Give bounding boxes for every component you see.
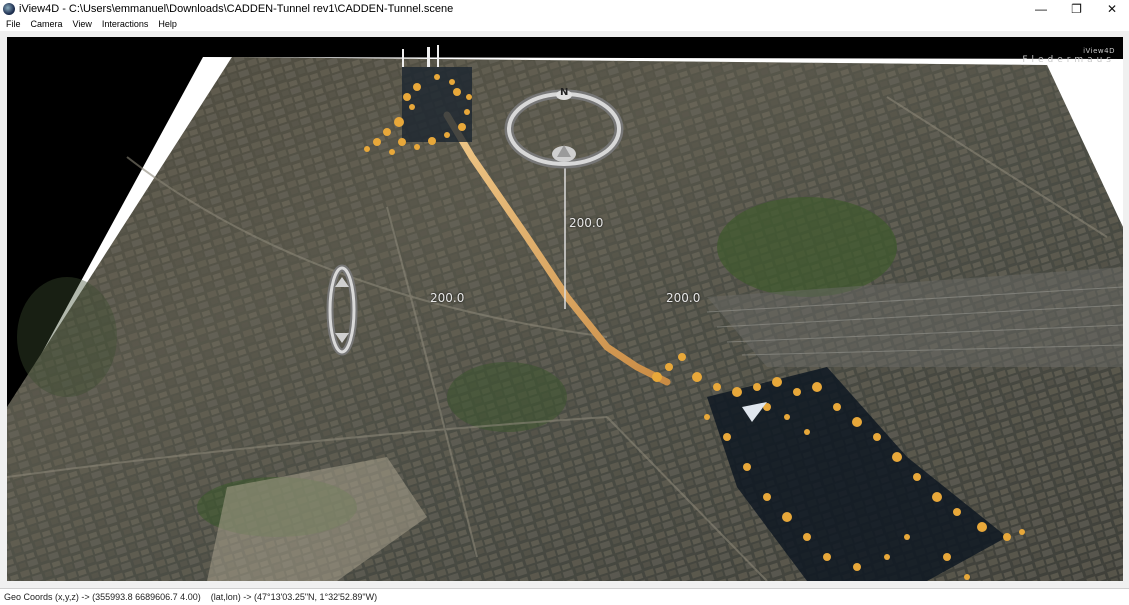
brand-iview4d: iView4D	[1083, 47, 1115, 55]
window-title: iView4D - C:\Users\emmanuel\Downloads\CA…	[19, 2, 454, 15]
menu-camera[interactable]: Camera	[27, 19, 67, 29]
menu-view[interactable]: View	[69, 19, 96, 29]
scale-label-left: 200.0	[430, 291, 465, 305]
compass-north-label: N	[560, 87, 569, 98]
close-button[interactable]: ✕	[1095, 0, 1129, 17]
geo-coords-readout: Geo Coords (x,y,z) -> (355993.8 6689606.…	[4, 592, 201, 602]
menu-interactions[interactable]: Interactions	[98, 19, 153, 29]
fledermaus-logo: iView4D Fledermaus	[1022, 47, 1115, 65]
scene-render	[7, 45, 1123, 581]
window-controls: — ❐ ✕	[1024, 0, 1129, 17]
menu-help[interactable]: Help	[154, 19, 181, 29]
app-icon	[3, 2, 15, 15]
3d-viewport[interactable]: N 200.0 200.0 200.0 iView4D Fledermaus	[7, 37, 1123, 581]
title-bar: iView4D - C:\Users\emmanuel\Downloads\CA…	[0, 0, 1129, 17]
menu-file[interactable]: File	[0, 19, 25, 29]
scale-label-right: 200.0	[666, 291, 701, 305]
minimize-button[interactable]: —	[1024, 0, 1058, 17]
maximize-button[interactable]: ❐	[1058, 0, 1095, 17]
status-bar: Geo Coords (x,y,z) -> (355993.8 6689606.…	[0, 588, 1129, 605]
menu-bar: File Camera View Interactions Help	[0, 17, 1129, 31]
latlon-readout: (lat,lon) -> (47°13'03.25"N, 1°32'52.89"…	[210, 592, 378, 602]
scale-label-vertical: 200.0	[569, 216, 604, 230]
brand-fledermaus: Fledermaus	[1022, 55, 1115, 65]
